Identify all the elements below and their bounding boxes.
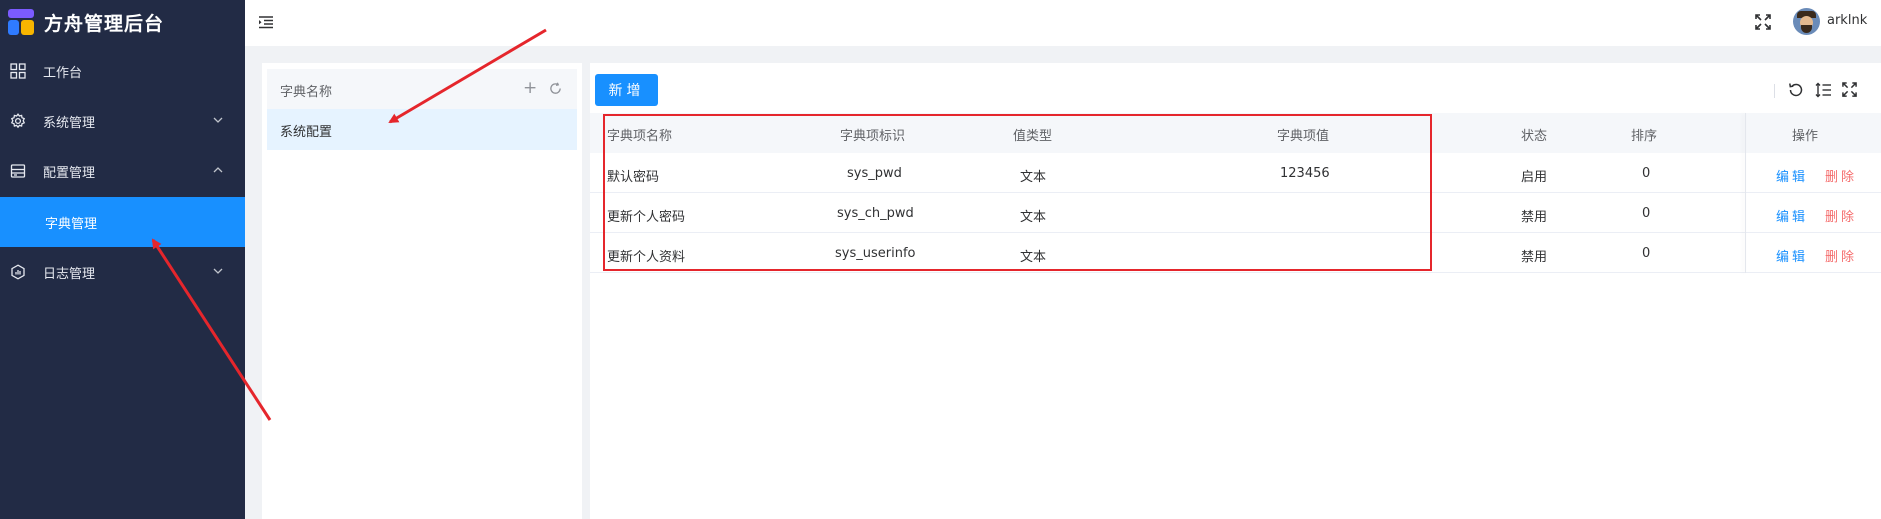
- chevron-down-icon: [213, 114, 223, 129]
- username[interactable]: arklnk: [1827, 13, 1867, 28]
- sidebar-item-label: 配置管理: [43, 165, 96, 181]
- delete-link[interactable]: 删除: [1825, 166, 1857, 185]
- edit-link[interactable]: 编辑: [1776, 246, 1808, 265]
- column-header: 值类型: [1013, 129, 1053, 144]
- sidebar-item-workbench[interactable]: 工作台: [0, 46, 245, 96]
- add-button[interactable]: 新增: [595, 74, 658, 106]
- header-divider: [245, 46, 1881, 63]
- cell-type: 文本: [1020, 250, 1047, 265]
- sidebar-item-label: 工作台: [43, 65, 83, 81]
- cell-status: 禁用: [1521, 210, 1548, 225]
- cell-name: 更新个人资料: [607, 250, 686, 265]
- column-header: 字典项名称: [607, 129, 673, 144]
- column-header: 字典项标识: [840, 129, 906, 144]
- refresh-icon[interactable]: [549, 82, 562, 99]
- cell-name: 更新个人密码: [607, 210, 686, 225]
- delete-link[interactable]: 删除: [1825, 246, 1857, 265]
- menu-toggle-icon[interactable]: [258, 14, 274, 34]
- edit-link[interactable]: 编辑: [1776, 166, 1808, 185]
- dictionary-panel-header: 字典名称 +: [267, 69, 577, 109]
- grid-icon: [10, 63, 26, 79]
- cell-order: 0: [1642, 206, 1651, 221]
- cell-type: 文本: [1020, 170, 1047, 185]
- cell-order: 0: [1642, 246, 1651, 261]
- fullscreen-icon[interactable]: [1842, 82, 1857, 101]
- add-dictionary-icon[interactable]: +: [523, 78, 537, 98]
- toolbar-divider: [1774, 84, 1775, 98]
- delete-link[interactable]: 删除: [1825, 206, 1857, 225]
- cell-value: 123456: [1280, 166, 1330, 181]
- config-icon: [10, 163, 26, 179]
- chevron-down-icon: [213, 265, 223, 280]
- sidebar-item-label: 日志管理: [43, 266, 96, 282]
- column-header: 排序: [1631, 129, 1658, 144]
- log-icon: [10, 264, 26, 280]
- dictionary-item-label: 系统配置: [280, 125, 333, 140]
- top-header: arklnk: [245, 0, 1881, 46]
- dictionary-items-panel: 新增 字典项名称 字典项标识 值类型 字典项值 状态 排序 操作 默认密码 sy…: [590, 63, 1881, 519]
- dictionary-name-label: 字典名称: [280, 85, 333, 100]
- table-row: 更新个人资料 sys_userinfo 文本 禁用 0 编辑 删除: [590, 233, 1881, 273]
- sidebar: 方舟管理后台 工作台 系统管理 配置管理 字典管理 日志管理: [0, 0, 245, 519]
- sidebar-item-logs[interactable]: 日志管理: [0, 247, 245, 297]
- edit-link[interactable]: 编辑: [1776, 206, 1808, 225]
- cell-key: sys_ch_pwd: [837, 206, 914, 221]
- sidebar-item-dictionary[interactable]: 字典管理: [0, 197, 245, 247]
- column-header: 状态: [1521, 129, 1548, 144]
- cell-key: sys_pwd: [847, 166, 902, 181]
- app-logo-icon: [8, 9, 34, 35]
- cell-name: 默认密码: [607, 170, 660, 185]
- cell-order: 0: [1642, 166, 1651, 181]
- table-row: 默认密码 sys_pwd 文本 123456 启用 0 编辑 删除: [590, 153, 1881, 193]
- sidebar-item-system[interactable]: 系统管理: [0, 96, 245, 146]
- brand: 方舟管理后台: [0, 0, 245, 44]
- table-row: 更新个人密码 sys_ch_pwd 文本 禁用 0 编辑 删除: [590, 193, 1881, 233]
- cell-key: sys_userinfo: [835, 246, 916, 261]
- sidebar-item-label: 字典管理: [45, 216, 98, 232]
- column-header: 操作: [1792, 129, 1819, 144]
- dictionary-item-system-config[interactable]: 系统配置: [267, 109, 577, 150]
- cell-status: 禁用: [1521, 250, 1548, 265]
- cell-type: 文本: [1020, 210, 1047, 225]
- fixed-column-divider: [1745, 113, 1746, 273]
- sidebar-item-label: 系统管理: [43, 115, 96, 131]
- sidebar-item-config[interactable]: 配置管理: [0, 146, 245, 196]
- avatar[interactable]: [1793, 8, 1820, 35]
- gear-icon: [10, 113, 26, 129]
- refresh-icon[interactable]: [1788, 82, 1804, 102]
- table-header: 字典项名称 字典项标识 值类型 字典项值 状态 排序 操作: [590, 113, 1881, 153]
- cell-status: 启用: [1521, 170, 1548, 185]
- chevron-up-icon: [213, 164, 223, 179]
- fullscreen-icon[interactable]: [1755, 14, 1771, 34]
- dictionary-panel: 字典名称 + 系统配置: [262, 63, 582, 519]
- app-title: 方舟管理后台: [44, 12, 165, 35]
- column-header: 字典项值: [1277, 129, 1330, 144]
- density-icon[interactable]: [1815, 82, 1832, 102]
